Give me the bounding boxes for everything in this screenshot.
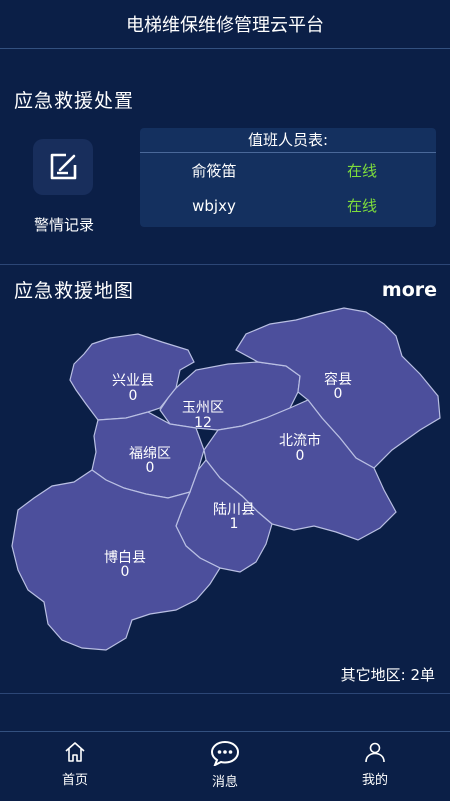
tab-profile[interactable]: 我的 (300, 732, 450, 801)
bottom-tab-bar: 首页 消息 我的 (0, 731, 450, 801)
region-count: 0 (146, 460, 155, 476)
duty-name: wbjxy (192, 196, 236, 215)
region-count: 0 (129, 388, 138, 404)
emergency-section-title: 应急救援处置 (14, 90, 135, 112)
region-count: 0 (334, 386, 343, 402)
other-regions-value: 2单 (410, 666, 435, 684)
region-name: 兴业县 (112, 373, 154, 389)
more-link[interactable]: more (382, 279, 437, 301)
duty-status: 在线 (346, 162, 377, 180)
duty-name: 俞筱笛 (191, 162, 237, 180)
tab-home-label: 首页 (61, 773, 88, 788)
map-section-title: 应急救援地图 (14, 280, 135, 302)
app-header: 电梯维保维修管理云平台 (0, 0, 450, 49)
section-divider (0, 264, 450, 265)
other-regions-summary: 其它地区: 2单 (341, 664, 435, 685)
region-count: 12 (194, 415, 212, 431)
tab-profile-label: 我的 (361, 773, 388, 788)
tab-messages[interactable]: 消息 (150, 732, 300, 801)
duty-roster-panel: 值班人员表: 俞筱笛 在线 wbjxy 在线 (140, 128, 436, 227)
region-count: 1 (230, 516, 239, 532)
tab-home[interactable]: 首页 (0, 732, 150, 801)
tab-messages-label: 消息 (211, 775, 238, 790)
edit-icon (50, 153, 77, 180)
user-icon (365, 742, 385, 763)
duty-row: wbjxy 在线 (140, 188, 436, 223)
home-icon (65, 742, 85, 762)
region-name: 玉州区 (182, 400, 224, 416)
duty-status: 在线 (346, 197, 377, 215)
alarm-record-button[interactable] (33, 139, 93, 195)
region-count: 0 (121, 564, 130, 580)
district-map: 兴业县 0 玉州区 12 容县 0 福绵区 0 北流市 0 陆川县 1 博白县 … (11, 307, 441, 651)
other-regions-label: 其它地区: (340, 666, 406, 684)
region-count: 0 (296, 448, 305, 464)
duty-row: 俞筱笛 在线 (140, 153, 436, 188)
alarm-record-label[interactable]: 警情记录 (20, 214, 108, 235)
section-divider (0, 693, 450, 694)
chat-bubble-icon (210, 740, 240, 766)
duty-roster-title: 值班人员表: (140, 128, 436, 153)
region-name: 北流市 (279, 432, 321, 449)
page-title: 电梯维保维修管理云平台 (126, 15, 324, 36)
